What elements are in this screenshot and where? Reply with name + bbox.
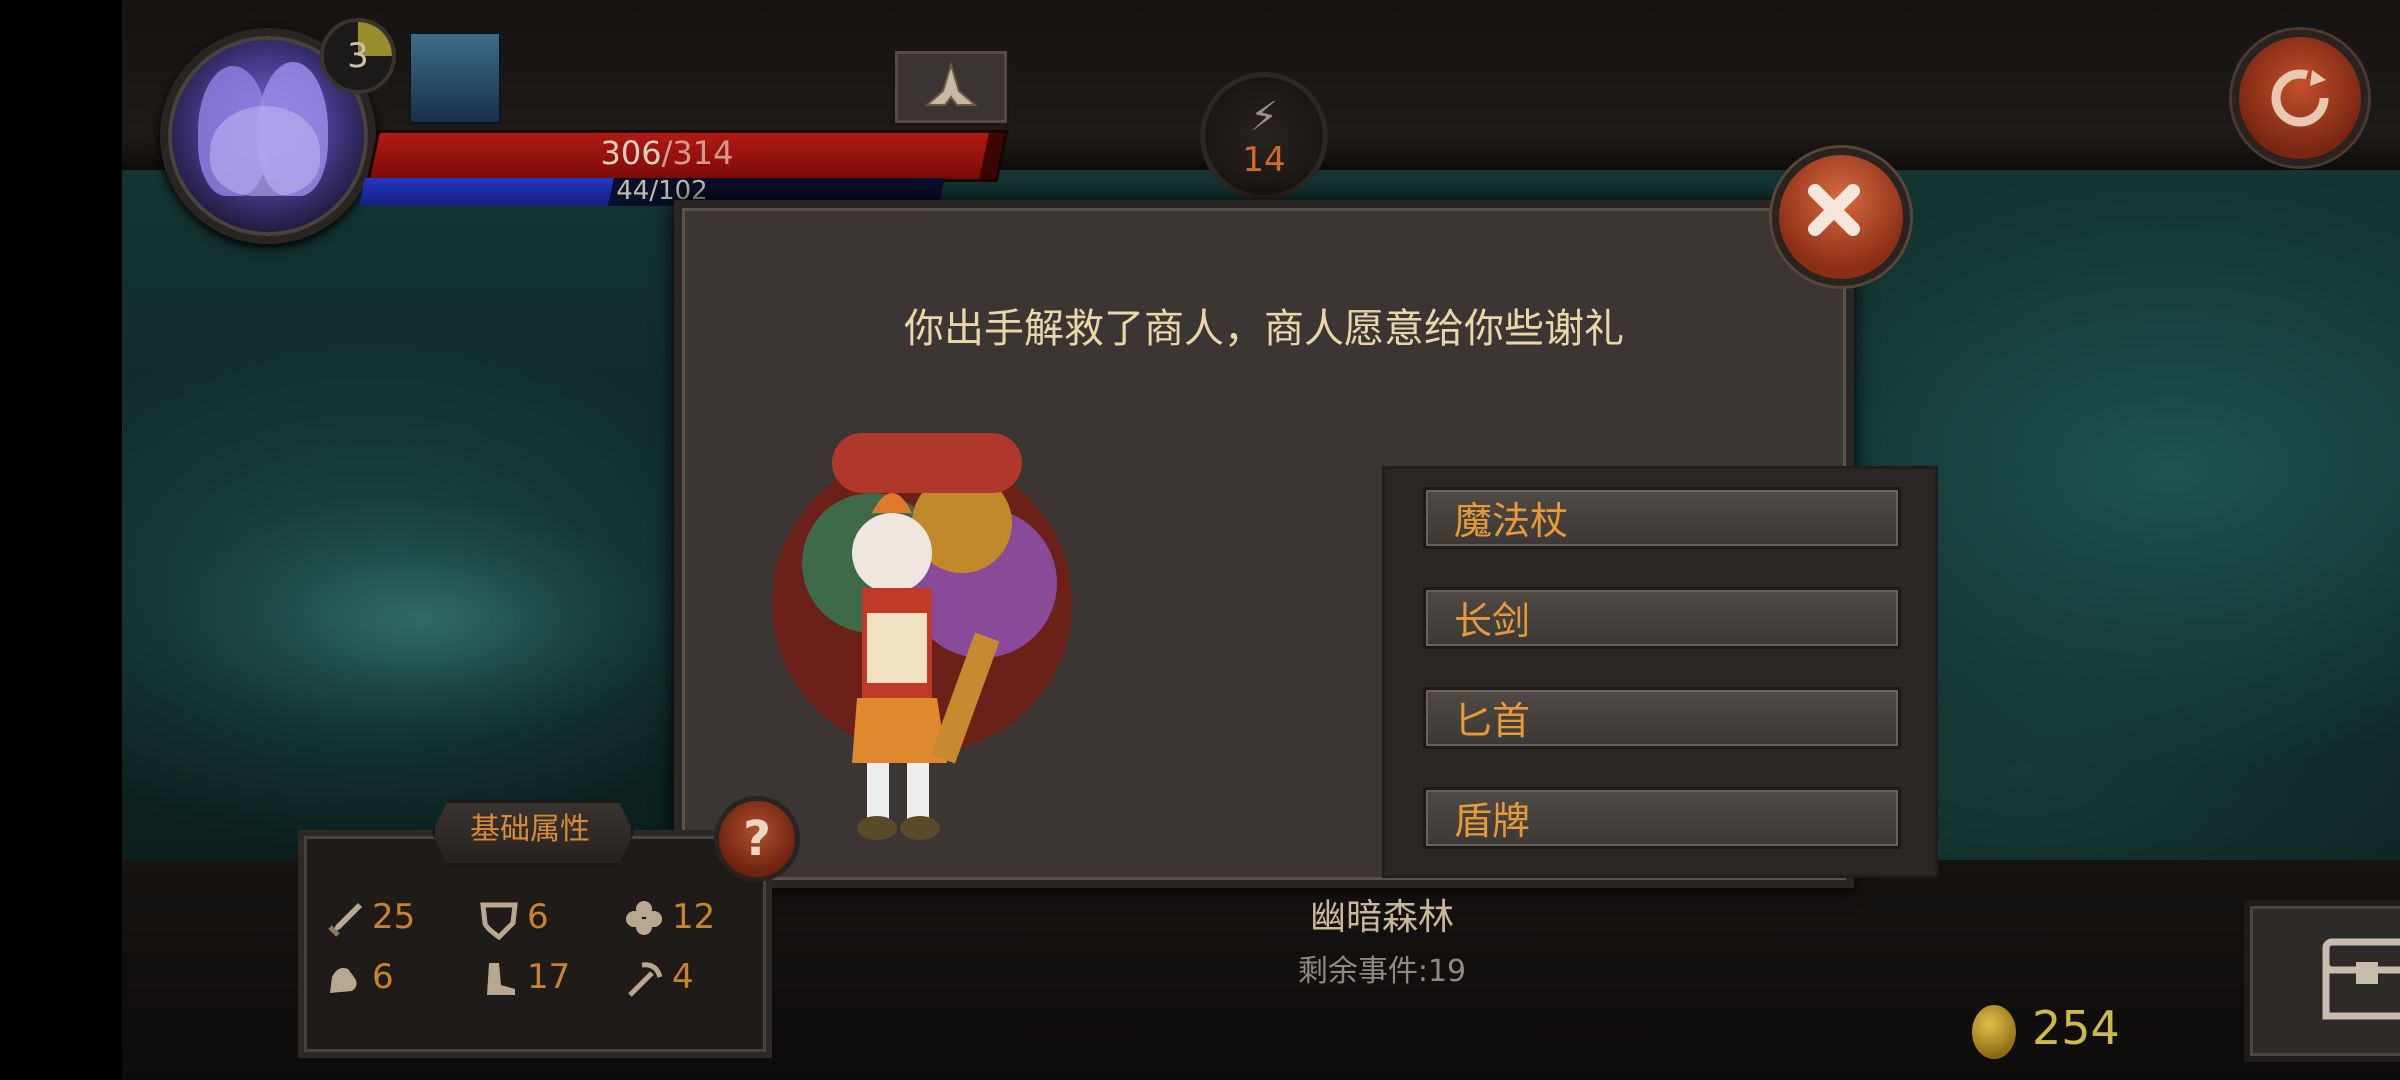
stat-luck: 12 [622, 894, 715, 940]
stat-attack: 25 [322, 894, 415, 940]
gold-coin-icon [1972, 1005, 2016, 1059]
option-long-sword[interactable]: 长剑 [1423, 587, 1901, 649]
pray-button[interactable] [892, 48, 1010, 126]
stat-pickaxe: 4 [622, 954, 694, 1000]
stat-defense: 6 [477, 894, 549, 940]
shield-icon [480, 902, 518, 940]
close-button[interactable] [1772, 148, 1910, 286]
boot-icon [487, 962, 515, 995]
energy-counter: ⚡ 14 [1200, 72, 1328, 200]
mp-fill [359, 178, 615, 206]
ghost-buff-icon[interactable] [409, 32, 501, 124]
arm-icon [330, 967, 357, 993]
refresh-button[interactable] [2232, 30, 2368, 166]
merchant-illustration [762, 413, 1092, 853]
gold-amount: 254 [2032, 1001, 2120, 1055]
lightning-icon: ⚡ [1249, 94, 1279, 140]
inventory-chest-button[interactable] [2244, 900, 2400, 1062]
praying-hands-icon [924, 61, 978, 106]
reward-options-panel: 魔法杖 长剑 匕首 盾牌 [1382, 466, 1938, 878]
close-icon [1808, 184, 1860, 236]
area-name: 幽暗森林 [1309, 897, 1454, 938]
stats-header: 基础属性 [470, 812, 590, 847]
game-scene: 3 306/314 44/102 ⚡ 14 你出手解救了商人，商人愿意给你些谢礼 [122, 0, 2400, 1080]
refresh-icon [2271, 69, 2329, 127]
sword-icon [328, 902, 362, 937]
stat-agility: 17 [477, 954, 570, 1000]
option-dagger[interactable]: 匕首 [1423, 687, 1901, 749]
option-magic-staff[interactable]: 魔法杖 [1423, 487, 1901, 549]
merchant-dialog: 你出手解救了商人，商人愿意给你些谢礼 魔法杖 长剑 匕首 盾牌 [674, 200, 1938, 888]
hp-text: 306/314 [600, 134, 734, 172]
remaining-events: 剩余事件:19 [1297, 954, 1467, 989]
option-shield[interactable]: 盾牌 [1423, 787, 1901, 849]
energy-value: 14 [1242, 140, 1286, 180]
clover-icon [626, 900, 662, 935]
player-level-badge: 3 [320, 18, 396, 94]
dialog-title: 你出手解救了商人，商人愿意给你些谢礼 [904, 306, 1624, 352]
treasure-chest-icon [2322, 938, 2400, 1020]
help-button[interactable]: ? [714, 796, 800, 882]
pickaxe-icon [628, 961, 663, 997]
left-black-bar [0, 0, 122, 1080]
stat-strength: 6 [322, 954, 394, 1000]
